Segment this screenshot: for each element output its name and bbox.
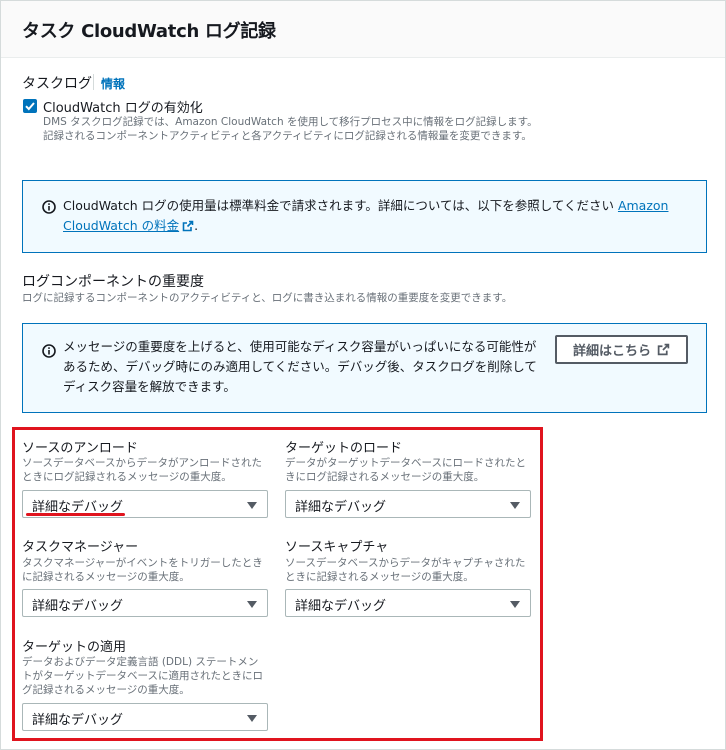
info-icon [42, 344, 56, 358]
severity-warning-alert: メッセージの重要度を上げると、使用可能なディスク容量がいっぱいになる可能性がある… [22, 323, 707, 413]
severity-alert-text: メッセージの重要度を上げると、使用可能なディスク容量がいっぱいになる可能性がある… [63, 339, 537, 394]
billing-alert-text: CloudWatch ログの使用量は標準料金で請求されます。詳細については、以下… [63, 196, 693, 236]
task-logs-label: タスクログ [22, 76, 92, 92]
billing-alert-message: CloudWatch ログの使用量は標準料金で請求されます。詳細については、以下… [63, 198, 618, 213]
billing-alert-period: . [194, 218, 199, 233]
enable-cloudwatch-checkbox[interactable] [23, 99, 37, 113]
panel-header: タスク CloudWatch ログ記録 [1, 1, 725, 58]
panel-title: タスク CloudWatch ログ記録 [22, 21, 276, 42]
severity-label: ログコンポーネントの重要度 [22, 274, 204, 290]
learn-more-button[interactable]: 詳細はこちら [555, 335, 688, 364]
task-logs-description: DMS タスクログ記録では、Amazon CloudWatch を使用して移行プ… [43, 116, 538, 142]
annotation-highlight-box [12, 427, 543, 741]
external-link-icon [182, 220, 194, 232]
learn-more-label[interactable]: 詳細はこちら [573, 340, 651, 359]
check-icon [25, 102, 35, 111]
cloudwatch-logging-panel: タスク CloudWatch ログ記録 タスクログ 情報 CloudWatch … [0, 0, 726, 750]
enable-cloudwatch-label[interactable]: CloudWatch ログの有効化 [43, 97, 203, 116]
billing-info-alert: CloudWatch ログの使用量は標準料金で請求されます。詳細については、以下… [22, 180, 707, 253]
info-link[interactable]: 情報 [101, 75, 125, 92]
divider [93, 74, 94, 90]
info-icon [42, 200, 56, 214]
severity-description: ログに記録するコンポーネントのアクティビティと、ログに書き込まれる情報の重要度を… [22, 292, 513, 304]
external-link-icon [657, 343, 670, 356]
